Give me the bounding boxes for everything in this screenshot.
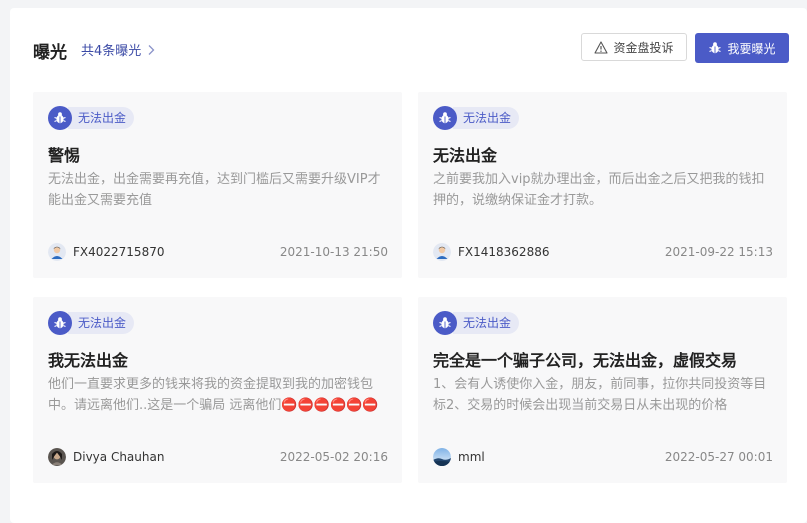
warning-icon bbox=[594, 40, 609, 54]
chevron-right-icon bbox=[148, 44, 155, 55]
exposure-card[interactable]: 无法出金 无法出金 之前要我加入vip就办理出金，而后出金之后又把我的钱扣押的，… bbox=[418, 92, 787, 278]
bug-icon bbox=[48, 311, 72, 335]
exposure-count-label: 共4条曝光 bbox=[81, 44, 142, 59]
category-tag-label: 无法出金 bbox=[453, 312, 520, 334]
exposure-card[interactable]: 无法出金 警惕 无法出金，出金需要再充值，达到门槛后又需要升级VIP才能出金又需… bbox=[33, 92, 402, 278]
category-tag: 无法出金 bbox=[433, 106, 520, 130]
complaint-button-label: 资金盘投诉 bbox=[613, 40, 674, 55]
card-description: 1、会有人诱使你入金，朋友，前同事，拉你共同投资等目标2、交易的时候会出现当前交… bbox=[433, 377, 767, 413]
card-user: Divya Chauhan bbox=[48, 448, 164, 466]
card-username: FX4022715870 bbox=[73, 245, 165, 259]
card-footer: FX1418362886 2021-09-22 15:13 bbox=[433, 242, 773, 262]
card-timestamp: 2021-09-22 15:13 bbox=[664, 245, 773, 259]
exposure-header: 曝光 共4条曝光 资金盘投诉 我要曝光 bbox=[10, 8, 807, 88]
card-user: mml bbox=[433, 448, 485, 466]
card-username: FX1418362886 bbox=[458, 245, 550, 259]
default-user-avatar-icon bbox=[433, 243, 451, 261]
page-title: 曝光 bbox=[33, 43, 67, 63]
card-title: 我无法出金 bbox=[48, 351, 129, 370]
card-user: FX4022715870 bbox=[48, 243, 164, 261]
exposure-card[interactable]: 无法出金 我无法出金 他们一直要求更多的钱来将我的资金提取到我的加密钱包中。请远… bbox=[33, 297, 402, 483]
card-footer: FX4022715870 2021-10-13 21:50 bbox=[48, 242, 388, 262]
bug-icon bbox=[433, 106, 457, 130]
card-description: 无法出金，出金需要再充值，达到门槛后又需要升级VIP才能出金又需要充值 bbox=[48, 172, 381, 208]
expose-button[interactable]: 我要曝光 bbox=[695, 33, 789, 63]
landscape-avatar-icon bbox=[433, 448, 451, 466]
card-timestamp: 2021-10-13 21:50 bbox=[279, 245, 388, 259]
exposure-card[interactable]: 无法出金 完全是一个骗子公司，无法出金，虚假交易 1、会有人诱使你入金，朋友，前… bbox=[418, 297, 787, 483]
exposure-count-link[interactable]: 共4条曝光 bbox=[81, 40, 157, 59]
bug-icon bbox=[709, 42, 722, 54]
card-username: mml bbox=[458, 450, 485, 464]
fund-scheme-complaint-button[interactable]: 资金盘投诉 bbox=[581, 33, 687, 61]
card-username: Divya Chauhan bbox=[73, 450, 165, 464]
card-user: FX1418362886 bbox=[433, 243, 549, 261]
card-title: 无法出金 bbox=[433, 146, 498, 165]
card-description: 他们一直要求更多的钱来将我的资金提取到我的加密钱包中。请远离他们..这是一个骗局… bbox=[48, 377, 379, 413]
category-tag-label: 无法出金 bbox=[68, 107, 135, 129]
photo-avatar-icon bbox=[48, 448, 66, 466]
card-description: 之前要我加入vip就办理出金，而后出金之后又把我的钱扣押的，说缴纳保证金才打款。 bbox=[433, 172, 765, 208]
expose-button-label: 我要曝光 bbox=[727, 41, 776, 56]
bug-icon bbox=[433, 311, 457, 335]
category-tag: 无法出金 bbox=[48, 311, 135, 335]
category-tag: 无法出金 bbox=[433, 311, 520, 335]
card-timestamp: 2022-05-27 00:01 bbox=[664, 450, 773, 464]
card-timestamp: 2022-05-02 20:16 bbox=[279, 450, 388, 464]
card-footer: Divya Chauhan 2022-05-02 20:16 bbox=[48, 447, 388, 467]
category-tag-label: 无法出金 bbox=[68, 312, 135, 334]
category-tag: 无法出金 bbox=[48, 106, 135, 130]
category-tag-label: 无法出金 bbox=[453, 107, 520, 129]
default-user-avatar-icon bbox=[48, 243, 66, 261]
bug-icon bbox=[48, 106, 72, 130]
exposure-panel: 曝光 共4条曝光 资金盘投诉 我要曝光 无法出金 警惕 无法出金，出金需要再充值… bbox=[10, 8, 807, 523]
card-title: 警惕 bbox=[48, 146, 81, 165]
card-title: 完全是一个骗子公司，无法出金，虚假交易 bbox=[433, 351, 738, 370]
card-footer: mml 2022-05-27 00:01 bbox=[433, 447, 773, 467]
